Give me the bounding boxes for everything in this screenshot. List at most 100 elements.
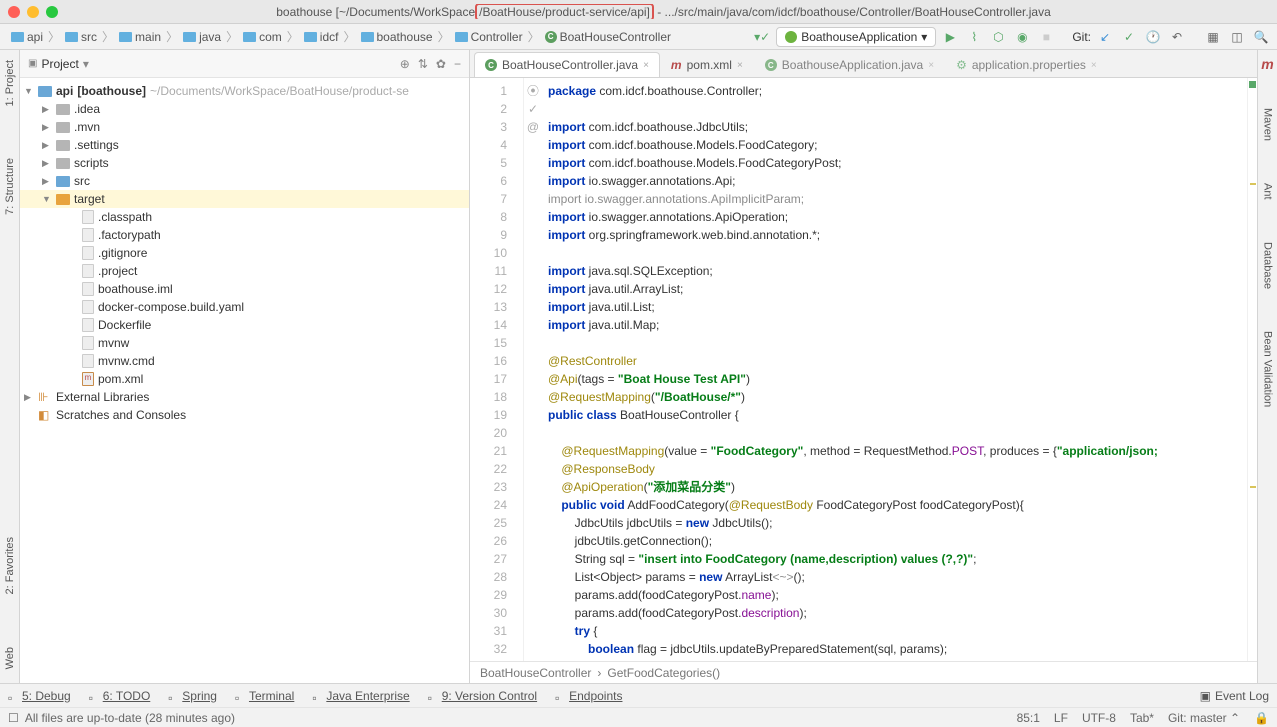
- favorites-tool-tab[interactable]: 2: Favorites: [2, 531, 18, 600]
- ide-settings-icon[interactable]: ▦: [1203, 27, 1223, 47]
- code-area[interactable]: package com.idcf.boathouse.Controller; i…: [542, 78, 1247, 661]
- indent-info[interactable]: Tab*: [1130, 711, 1154, 725]
- tool-window-endpoints[interactable]: ▫Endpoints: [555, 689, 622, 703]
- tree-item-scripts[interactable]: ▶scripts: [20, 154, 469, 172]
- hide-icon[interactable]: −: [454, 57, 461, 71]
- breadcrumb-main[interactable]: main: [114, 28, 166, 46]
- lock-icon[interactable]: 🔒: [1254, 711, 1269, 725]
- git-label: Git:: [1072, 30, 1091, 44]
- git-history-icon[interactable]: 🕐: [1143, 27, 1163, 47]
- breadcrumb-idcf[interactable]: idcf: [299, 28, 344, 46]
- event-log-button[interactable]: ▣ Event Log: [1200, 689, 1269, 703]
- caret-position[interactable]: 85:1: [1017, 711, 1040, 725]
- maven-icon[interactable]: m: [1261, 56, 1273, 72]
- tool-window-java-enterprise[interactable]: ▫Java Enterprise: [312, 689, 409, 703]
- breadcrumb-java[interactable]: java: [178, 28, 226, 46]
- file-encoding[interactable]: UTF-8: [1082, 711, 1116, 725]
- tree-item-.idea[interactable]: ▶.idea: [20, 100, 469, 118]
- sort-icon[interactable]: ⇅: [418, 57, 428, 71]
- tool-window----todo[interactable]: ▫6: TODO: [89, 689, 151, 703]
- line-separator[interactable]: LF: [1054, 711, 1068, 725]
- tree-item-docker-compose.build.yaml[interactable]: docker-compose.build.yaml: [20, 298, 469, 316]
- close-tab-icon[interactable]: ×: [1091, 60, 1097, 71]
- editor-tab-BoathouseApplication.java[interactable]: CBoathouseApplication.java×: [754, 52, 945, 77]
- window-title: boathouse [~/Documents/WorkSpace/BoatHou…: [58, 4, 1269, 19]
- project-header-title[interactable]: Project: [41, 57, 78, 71]
- tree-item-pom.xml[interactable]: mpom.xml: [20, 370, 469, 388]
- database-tool-tab[interactable]: Database: [1260, 236, 1276, 295]
- tool-window----debug[interactable]: ▫5: Debug: [8, 689, 71, 703]
- external-libraries[interactable]: ▶⊪External Libraries: [20, 388, 469, 406]
- project-collapse-icon[interactable]: ▣: [28, 58, 37, 69]
- project-tree[interactable]: ▼ api [boathouse] ~/Documents/WorkSpace/…: [20, 78, 469, 683]
- tree-item-Dockerfile[interactable]: Dockerfile: [20, 316, 469, 334]
- editor: CBoatHouseController.java×mpom.xml×CBoat…: [470, 50, 1257, 683]
- titlebar: boathouse [~/Documents/WorkSpace/BoatHou…: [0, 0, 1277, 24]
- editor-breadcrumb[interactable]: BoatHouseController›GetFoodCategories(): [470, 661, 1257, 683]
- structure-tool-tab[interactable]: 7: Structure: [2, 152, 18, 221]
- tree-item-mvnw[interactable]: mvnw: [20, 334, 469, 352]
- search-icon[interactable]: 🔍: [1251, 27, 1271, 47]
- run-configuration-selector[interactable]: BoathouseApplication ▾: [776, 27, 936, 47]
- breadcrumb-boathouse[interactable]: boathouse: [356, 28, 438, 46]
- project-tool-tab[interactable]: 1: Project: [2, 54, 18, 112]
- profile-button[interactable]: ◉: [1012, 27, 1032, 47]
- editor-tab-BoatHouseController.java[interactable]: CBoatHouseController.java×: [474, 52, 660, 77]
- tree-item-.mvn[interactable]: ▶.mvn: [20, 118, 469, 136]
- tree-item-.gitignore[interactable]: .gitignore: [20, 244, 469, 262]
- breadcrumb-com[interactable]: com: [238, 28, 287, 46]
- tree-item-.project[interactable]: .project: [20, 262, 469, 280]
- git-rollback-icon[interactable]: ↶: [1167, 27, 1187, 47]
- debug-button[interactable]: ⌇: [964, 27, 984, 47]
- bean-validation-tool-tab[interactable]: Bean Validation: [1260, 325, 1276, 413]
- gutter-icons[interactable]: ⦿✓@: [524, 78, 542, 661]
- close-tab-icon[interactable]: ×: [928, 60, 934, 71]
- close-tab-icon[interactable]: ×: [643, 60, 649, 71]
- status-message: All files are up-to-date (28 minutes ago…: [25, 711, 235, 725]
- error-stripe[interactable]: [1247, 78, 1257, 661]
- editor-tabs: CBoatHouseController.java×mpom.xml×CBoat…: [470, 50, 1257, 78]
- window-close-button[interactable]: [8, 6, 20, 18]
- spring-icon: [785, 31, 797, 43]
- git-update-icon[interactable]: ↙: [1095, 27, 1115, 47]
- scratches-consoles[interactable]: ◧Scratches and Consoles: [20, 406, 469, 424]
- maven-tool-tab[interactable]: Maven: [1260, 102, 1276, 147]
- git-branch[interactable]: Git: master ⌃: [1168, 711, 1240, 725]
- tree-root[interactable]: ▼ api [boathouse] ~/Documents/WorkSpace/…: [20, 82, 469, 100]
- tool-window-spring[interactable]: ▫Spring: [168, 689, 217, 703]
- gear-icon[interactable]: ✿: [436, 57, 446, 71]
- coverage-button[interactable]: ⬡: [988, 27, 1008, 47]
- breadcrumb-BoatHouseController[interactable]: CBoatHouseController: [540, 28, 676, 46]
- tree-item-mvnw.cmd[interactable]: mvnw.cmd: [20, 352, 469, 370]
- window-maximize-button[interactable]: [46, 6, 58, 18]
- web-tool-tab[interactable]: Web: [2, 641, 18, 675]
- line-gutter[interactable]: 1234567891011121314151617181920212223242…: [470, 78, 524, 661]
- breadcrumb-Controller[interactable]: Controller: [450, 28, 528, 46]
- tree-item-target[interactable]: ▼target: [20, 190, 469, 208]
- breadcrumb-api[interactable]: api: [6, 28, 48, 46]
- editor-tab-pom.xml[interactable]: mpom.xml×: [660, 52, 754, 77]
- status-bar-icon[interactable]: ☐: [8, 711, 19, 725]
- close-tab-icon[interactable]: ×: [737, 60, 743, 71]
- git-commit-icon[interactable]: ✓: [1119, 27, 1139, 47]
- tree-root-suffix: [boathouse]: [77, 84, 146, 98]
- editor-tab-application.properties[interactable]: ⚙application.properties×: [945, 52, 1108, 77]
- tool-window----version-control[interactable]: ▫9: Version Control: [428, 689, 537, 703]
- tree-item-.classpath[interactable]: .classpath: [20, 208, 469, 226]
- run-button[interactable]: ▶: [940, 27, 960, 47]
- ant-tool-tab[interactable]: Ant: [1260, 177, 1276, 206]
- tree-item-.factorypath[interactable]: .factorypath: [20, 226, 469, 244]
- tree-item-src[interactable]: ▶src: [20, 172, 469, 190]
- locate-icon[interactable]: ⊕: [400, 57, 410, 71]
- status-bar: ☐ All files are up-to-date (28 minutes a…: [0, 707, 1277, 727]
- tree-item-.settings[interactable]: ▶.settings: [20, 136, 469, 154]
- tool-window-terminal[interactable]: ▫Terminal: [235, 689, 294, 703]
- tree-item-boathouse.iml[interactable]: boathouse.iml: [20, 280, 469, 298]
- breadcrumb-src[interactable]: src: [60, 28, 102, 46]
- window-minimize-button[interactable]: [27, 6, 39, 18]
- build-icon[interactable]: ▾✓: [752, 27, 772, 47]
- chevron-down-icon[interactable]: ▾: [83, 57, 89, 71]
- tree-root-path: ~/Documents/WorkSpace/BoatHouse/product-…: [150, 84, 409, 98]
- ide-layout-icon[interactable]: ◫: [1227, 27, 1247, 47]
- stop-button[interactable]: ■: [1036, 27, 1056, 47]
